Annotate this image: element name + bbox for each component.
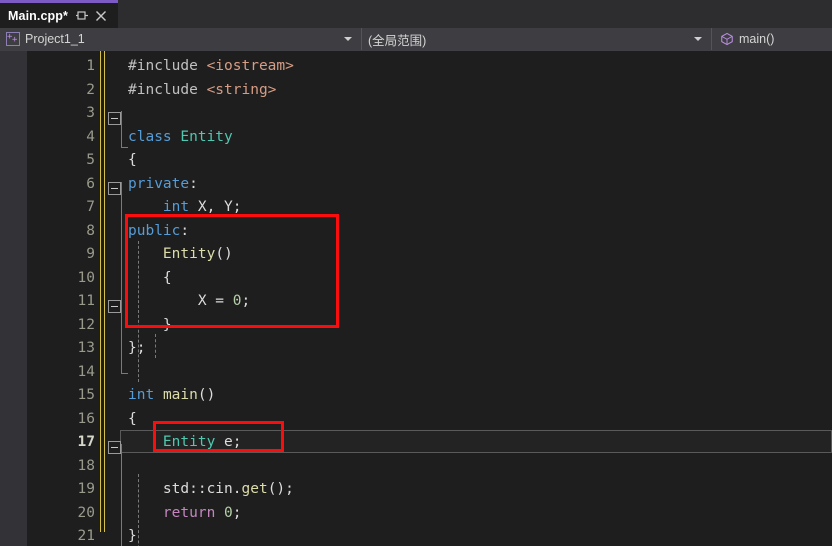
scope-dropdown[interactable]: (全局范围): [362, 28, 712, 50]
chevron-down-icon[interactable]: [694, 37, 702, 41]
code-line-text: int main(): [128, 387, 216, 403]
entity-instance-highlight: [153, 421, 284, 452]
code-line-2[interactable]: #include <string>: [0, 79, 832, 103]
code-line-text: {: [128, 152, 137, 168]
code-editor[interactable]: 1 #include <iostream> 2 #include <string> 3 4…: [0, 51, 832, 546]
fold-marker-line-4[interactable]: [108, 182, 121, 195]
code-line-6[interactable]: private:: [0, 173, 832, 197]
code-line-14[interactable]: [0, 361, 832, 385]
code-line-text: #include <string>: [128, 81, 277, 98]
code-line-text: std::cin.get();: [128, 481, 294, 497]
public-constructor-highlight: [125, 214, 339, 328]
code-line-13[interactable]: };: [0, 337, 832, 361]
code-line-21[interactable]: }: [0, 525, 832, 546]
code-line-4[interactable]: class Entity: [0, 126, 832, 150]
navigation-bar: Project1_1 (全局范围) main(): [0, 28, 832, 51]
code-line-text: return 0;: [162, 504, 242, 521]
pin-icon[interactable]: [74, 8, 90, 24]
cube-icon: [720, 32, 734, 46]
member-dropdown[interactable]: main(): [712, 28, 832, 50]
fold-marker-line-1[interactable]: [108, 112, 121, 125]
member-dropdown-label: main(): [739, 32, 775, 46]
project-dropdown-label: Project1_1: [25, 32, 85, 46]
code-line-1[interactable]: #include <iostream>: [0, 55, 832, 79]
code-line-3[interactable]: [0, 102, 832, 126]
fold-marker-line-9[interactable]: [108, 300, 121, 313]
close-icon[interactable]: [93, 8, 109, 24]
code-line-text: private:: [128, 175, 198, 192]
code-line-text: }: [128, 528, 137, 544]
fold-marker-line-15[interactable]: [108, 441, 121, 454]
code-line-text: class Entity: [128, 128, 233, 145]
code-line-text: };: [128, 340, 146, 356]
project-dropdown[interactable]: Project1_1: [0, 28, 362, 50]
visual-studio-editor-window: Main.cpp* Project1_1 (全局范: [0, 0, 832, 546]
cpp-project-icon: [6, 32, 20, 46]
code-line-15[interactable]: int main(): [0, 384, 832, 408]
code-line-16[interactable]: {: [0, 408, 832, 432]
chevron-down-icon[interactable]: [344, 37, 352, 41]
code-line-19[interactable]: std::cin.get();: [0, 478, 832, 502]
code-line-20[interactable]: return 0;: [0, 502, 832, 526]
tab-main-cpp[interactable]: Main.cpp*: [0, 0, 118, 28]
editor-tab-strip: Main.cpp*: [0, 0, 832, 28]
code-line-5[interactable]: {: [0, 149, 832, 173]
code-line-text: #include <iostream>: [128, 58, 294, 74]
scope-dropdown-label: (全局范围): [368, 33, 427, 48]
code-line-text: {: [128, 410, 137, 427]
code-line-18[interactable]: [0, 455, 832, 479]
code-line-17[interactable]: Entity e;: [0, 431, 832, 455]
tab-title: Main.cpp*: [8, 8, 68, 23]
